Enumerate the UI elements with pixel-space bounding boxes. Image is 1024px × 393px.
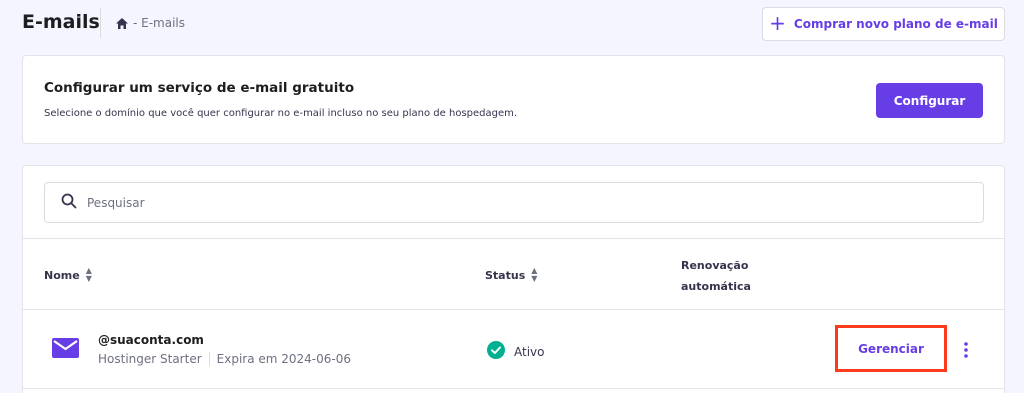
search-icon bbox=[61, 193, 77, 213]
buy-email-plan-button[interactable]: + Comprar novo plano de e-mail bbox=[762, 7, 1005, 41]
free-email-config-card: Configurar um serviço de e-mail gratuito… bbox=[22, 55, 1005, 144]
divider bbox=[23, 388, 1004, 389]
config-description: Selecione o domínio que você quer config… bbox=[44, 108, 518, 119]
status-badge: Ativo bbox=[487, 341, 544, 362]
check-circle-icon bbox=[487, 341, 505, 362]
manage-button[interactable]: Gerenciar bbox=[838, 328, 944, 369]
search-input[interactable]: Pesquisar bbox=[44, 182, 984, 223]
column-header-auto-renewal: Renovação automática bbox=[681, 255, 771, 297]
divider bbox=[23, 238, 1004, 239]
home-icon[interactable] bbox=[115, 17, 129, 30]
mail-icon bbox=[52, 338, 79, 362]
breadcrumb-current: - E-mails bbox=[133, 16, 186, 30]
column-header-status[interactable]: Status ▲ ▼ bbox=[485, 267, 537, 283]
configure-button[interactable]: Configurar bbox=[876, 83, 983, 118]
column-name-label: Nome bbox=[44, 268, 80, 282]
column-header-name[interactable]: Nome ▲ ▼ bbox=[44, 267, 92, 283]
sort-icon: ▲ ▼ bbox=[85, 266, 92, 283]
column-status-label: Status bbox=[485, 268, 526, 282]
divider bbox=[23, 309, 1004, 310]
config-title: Configurar um serviço de e-mail gratuito bbox=[44, 80, 355, 96]
breadcrumb: - E-mails bbox=[115, 16, 185, 30]
page-title: E-mails bbox=[22, 11, 100, 33]
plus-icon: + bbox=[769, 11, 786, 35]
top-bar: E-mails - E-mails + Comprar novo plano d… bbox=[0, 0, 1024, 48]
plan-info: Hostinger Starter Expira em 2024-06-06 bbox=[98, 352, 351, 366]
email-domain: @suaconta.com bbox=[98, 333, 204, 347]
more-vertical-icon[interactable] bbox=[963, 341, 969, 363]
sort-icon: ▲ ▼ bbox=[531, 266, 538, 283]
column-renewal-label-line1: Renovação bbox=[681, 259, 749, 272]
plan-separator bbox=[208, 352, 210, 366]
status-text: Ativo bbox=[514, 344, 545, 359]
expiry-date: Expira em 2024-06-06 bbox=[216, 352, 352, 366]
plan-name: Hostinger Starter bbox=[98, 352, 202, 366]
title-divider bbox=[100, 8, 101, 38]
buy-email-plan-label: Comprar novo plano de e-mail bbox=[793, 17, 998, 31]
email-list-card: Pesquisar Nome ▲ ▼ Status ▲ ▼ Renovação au… bbox=[22, 165, 1005, 393]
search-placeholder: Pesquisar bbox=[87, 195, 145, 210]
column-renewal-label-line2: automática bbox=[681, 280, 751, 293]
